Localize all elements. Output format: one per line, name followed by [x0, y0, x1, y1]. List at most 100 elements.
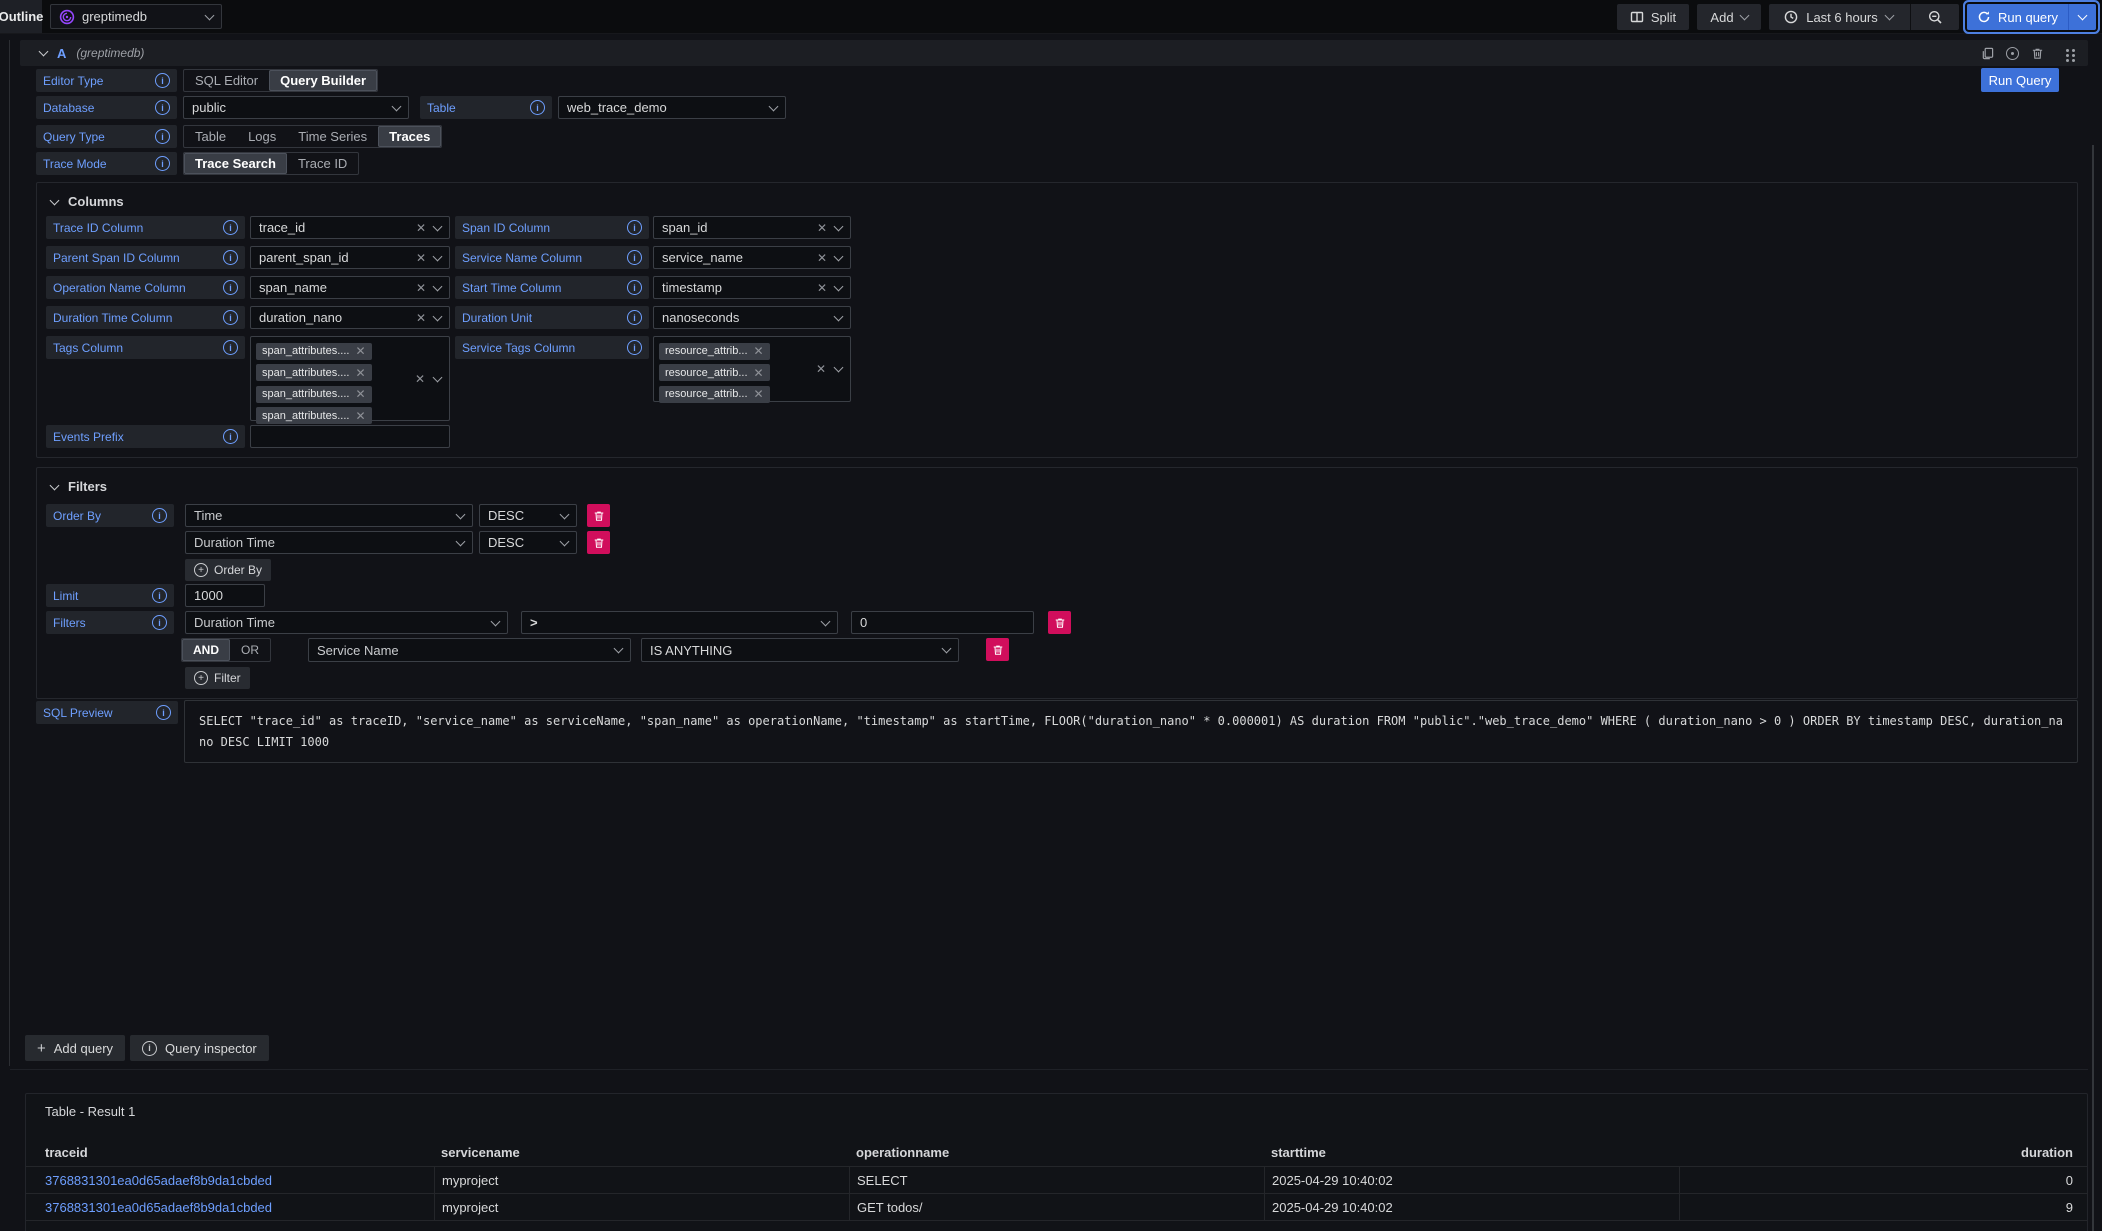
- editor-type-option-sql-editor[interactable]: SQL Editor: [184, 70, 269, 91]
- info-icon[interactable]: i: [223, 250, 238, 265]
- limit-input[interactable]: [185, 584, 265, 607]
- info-icon[interactable]: i: [627, 250, 642, 265]
- remove-order-by-button[interactable]: [587, 504, 610, 527]
- span-id-column-select[interactable]: span_id ✕: [653, 216, 851, 239]
- info-icon[interactable]: i: [627, 310, 642, 325]
- editor-type-option-query-builder[interactable]: Query Builder: [269, 70, 377, 91]
- trace-id-link[interactable]: 3768831301ea0d65adaef8b9da1cbded: [26, 1194, 434, 1220]
- filter-operator-select-1[interactable]: >: [521, 611, 838, 634]
- drag-handle[interactable]: [2061, 46, 2076, 61]
- zoom-out-time-button[interactable]: [1918, 4, 1954, 30]
- trace-mode-option-trace-search[interactable]: Trace Search: [184, 153, 287, 174]
- info-icon[interactable]: i: [627, 280, 642, 295]
- info-icon[interactable]: i: [152, 615, 167, 630]
- remove-order-by-button[interactable]: [587, 531, 610, 554]
- query-inspector-button[interactable]: i Query inspector: [130, 1035, 269, 1061]
- info-icon[interactable]: i: [155, 73, 170, 88]
- column-header-servicename[interactable]: servicename: [434, 1139, 849, 1166]
- clear-icon[interactable]: ✕: [416, 282, 426, 294]
- parent-span-id-column-select[interactable]: parent_span_id ✕: [250, 246, 450, 269]
- clear-icon[interactable]: ✕: [754, 388, 764, 400]
- clear-icon[interactable]: ✕: [817, 222, 827, 234]
- clear-icon[interactable]: ✕: [355, 367, 365, 379]
- info-icon[interactable]: i: [223, 429, 238, 444]
- filters-section-header[interactable]: Filters: [51, 479, 107, 494]
- column-header-duration[interactable]: duration: [1679, 1139, 2087, 1166]
- clear-icon[interactable]: ✕: [416, 312, 426, 324]
- clear-icon[interactable]: ✕: [817, 282, 827, 294]
- trace-id-link[interactable]: 3768831301ea0d65adaef8b9da1cbded: [26, 1167, 434, 1193]
- info-icon[interactable]: i: [223, 220, 238, 235]
- order-by-direction-select-2[interactable]: DESC: [479, 531, 577, 554]
- query-type-option-logs[interactable]: Logs: [237, 126, 287, 147]
- delete-query-icon[interactable]: [2030, 46, 2045, 61]
- remove-filter-button[interactable]: [986, 638, 1009, 661]
- filter-operator-select-2[interactable]: IS ANYTHING: [641, 638, 959, 662]
- add-query-button[interactable]: + Add query: [25, 1035, 125, 1061]
- column-header-traceid[interactable]: traceid: [26, 1139, 434, 1166]
- info-icon[interactable]: i: [155, 100, 170, 115]
- column-header-operationname[interactable]: operationname: [849, 1139, 1264, 1166]
- info-icon[interactable]: i: [223, 280, 238, 295]
- columns-section-header[interactable]: Columns: [51, 194, 124, 209]
- order-by-field-select-1[interactable]: Time: [185, 504, 473, 527]
- filter-value-input[interactable]: [851, 611, 1034, 634]
- logic-option-and[interactable]: AND: [182, 639, 230, 661]
- info-icon[interactable]: i: [530, 100, 545, 115]
- add-filter-button[interactable]: + Filter: [185, 667, 250, 689]
- info-icon[interactable]: i: [156, 705, 171, 720]
- column-header-starttime[interactable]: starttime: [1264, 1139, 1679, 1166]
- start-time-column-select[interactable]: timestamp ✕: [653, 276, 851, 299]
- info-icon[interactable]: i: [627, 220, 642, 235]
- service-name-column-select[interactable]: service_name ✕: [653, 246, 851, 269]
- duplicate-query-icon[interactable]: [1980, 46, 1995, 61]
- filter-field-select-2[interactable]: Service Name: [308, 638, 631, 662]
- info-icon[interactable]: i: [152, 588, 167, 603]
- clear-icon[interactable]: ✕: [355, 410, 365, 422]
- service-tags-column-multiselect[interactable]: resource_attrib...✕ resource_attrib...✕ …: [653, 336, 851, 402]
- operation-name-column-select[interactable]: span_name ✕: [250, 276, 450, 299]
- clear-icon[interactable]: ✕: [415, 373, 425, 385]
- add-order-by-button[interactable]: + Order By: [185, 559, 271, 581]
- info-icon[interactable]: i: [627, 340, 642, 355]
- clear-icon[interactable]: ✕: [754, 345, 764, 357]
- query-type-option-traces[interactable]: Traces: [378, 126, 441, 147]
- order-by-field-select-2[interactable]: Duration Time: [185, 531, 473, 554]
- run-query-button[interactable]: Run query: [1967, 4, 2068, 30]
- scrollbar[interactable]: [2092, 145, 2094, 1231]
- table-select[interactable]: web_trace_demo: [558, 96, 786, 119]
- clear-icon[interactable]: ✕: [355, 388, 365, 400]
- query-type-option-time-series[interactable]: Time Series: [287, 126, 378, 147]
- query-type-option-table[interactable]: Table: [184, 126, 237, 147]
- run-query-dropdown[interactable]: [2068, 4, 2096, 30]
- split-button[interactable]: Split: [1617, 4, 1689, 30]
- info-icon[interactable]: i: [152, 508, 167, 523]
- collapse-query-chevron-icon[interactable]: [39, 47, 49, 57]
- duration-time-column-select[interactable]: duration_nano ✕: [250, 306, 450, 329]
- toggle-visibility-icon[interactable]: [2005, 46, 2020, 61]
- outline-tab[interactable]: Outline: [0, 0, 42, 33]
- clear-icon[interactable]: ✕: [817, 252, 827, 264]
- clear-icon[interactable]: ✕: [416, 252, 426, 264]
- info-icon[interactable]: i: [223, 310, 238, 325]
- logic-option-or[interactable]: OR: [230, 639, 270, 661]
- datasource-picker[interactable]: greptimedb: [50, 4, 222, 29]
- info-icon[interactable]: i: [223, 340, 238, 355]
- info-icon[interactable]: i: [155, 156, 170, 171]
- filter-field-select-1[interactable]: Duration Time: [185, 611, 508, 634]
- duration-unit-select[interactable]: nanoseconds: [653, 306, 851, 329]
- order-by-direction-select-1[interactable]: DESC: [479, 504, 577, 527]
- clear-icon[interactable]: ✕: [355, 345, 365, 357]
- add-button[interactable]: Add: [1697, 4, 1761, 30]
- tags-column-multiselect[interactable]: span_attributes....✕ span_attributes....…: [250, 336, 450, 421]
- database-select[interactable]: public: [183, 96, 409, 119]
- trace-mode-option-trace-id[interactable]: Trace ID: [287, 153, 358, 174]
- panel-run-query-button[interactable]: Run Query: [1981, 68, 2059, 92]
- trace-id-column-select[interactable]: trace_id ✕: [250, 216, 450, 239]
- clear-icon[interactable]: ✕: [754, 367, 764, 379]
- time-range-picker[interactable]: Last 6 hours: [1774, 4, 1903, 30]
- remove-filter-button[interactable]: [1048, 611, 1071, 634]
- info-icon[interactable]: i: [155, 129, 170, 144]
- events-prefix-input[interactable]: [250, 425, 450, 448]
- clear-icon[interactable]: ✕: [416, 222, 426, 234]
